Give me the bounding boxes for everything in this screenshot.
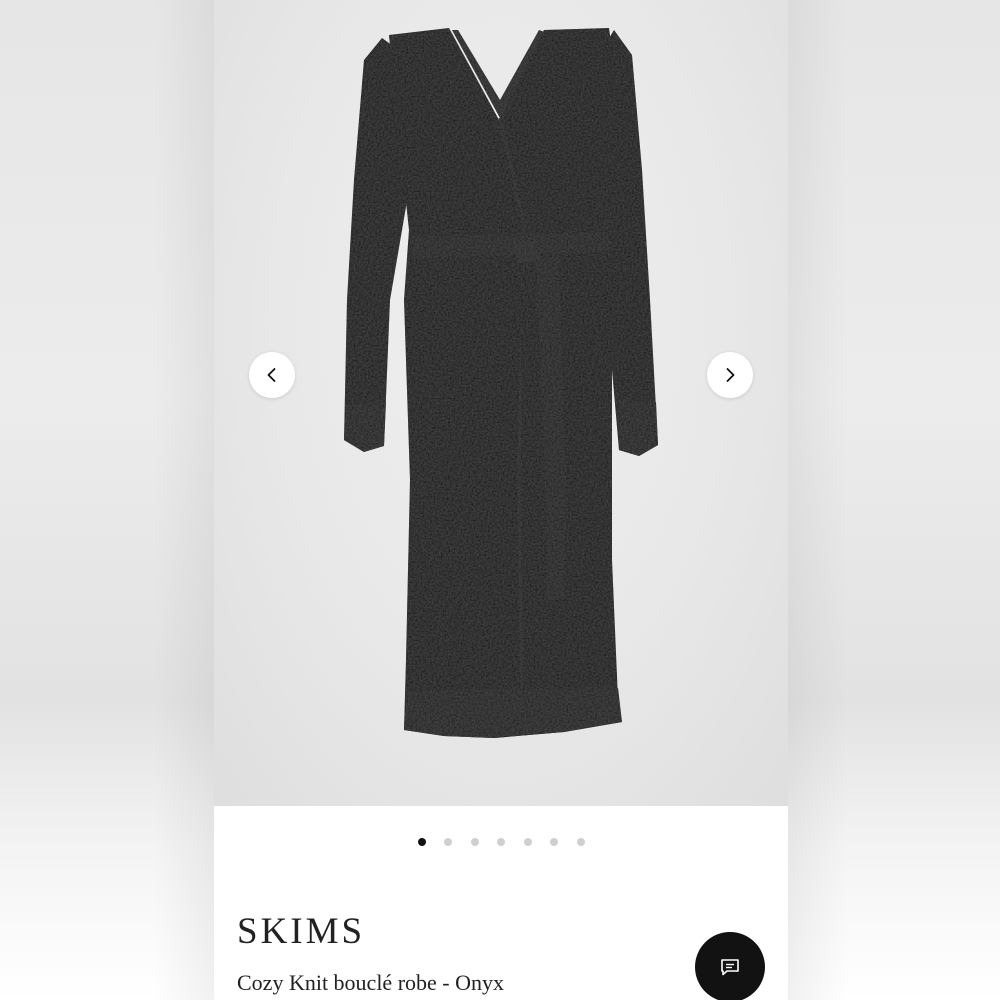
gallery-dot-5[interactable] xyxy=(523,838,532,846)
gallery-pagination xyxy=(214,838,788,850)
chat-bubble-icon xyxy=(721,959,739,976)
chat-button[interactable] xyxy=(695,932,765,1000)
gallery-dot-2[interactable] xyxy=(444,838,452,846)
backdrop-left xyxy=(0,0,214,1000)
gallery-dot-6[interactable] xyxy=(550,838,558,846)
chevron-left-icon xyxy=(267,368,276,382)
next-image-button[interactable] xyxy=(707,352,753,398)
previous-image-button[interactable] xyxy=(249,352,295,398)
chevron-right-icon xyxy=(726,368,735,382)
product-page: SKIMS Cozy Knit bouclé robe - Onyx xyxy=(214,0,788,1000)
product-title: Cozy Knit bouclé robe - Onyx xyxy=(237,970,504,995)
backdrop-right xyxy=(788,0,1000,1000)
gallery-dot-4[interactable] xyxy=(497,838,505,846)
brand-name[interactable]: SKIMS xyxy=(237,910,365,953)
image-gallery[interactable] xyxy=(214,0,788,806)
product-image xyxy=(344,28,658,738)
gallery-dot-3[interactable] xyxy=(470,838,479,846)
gallery-dot-7[interactable] xyxy=(576,838,585,846)
gallery-dot-1[interactable] xyxy=(417,838,426,846)
